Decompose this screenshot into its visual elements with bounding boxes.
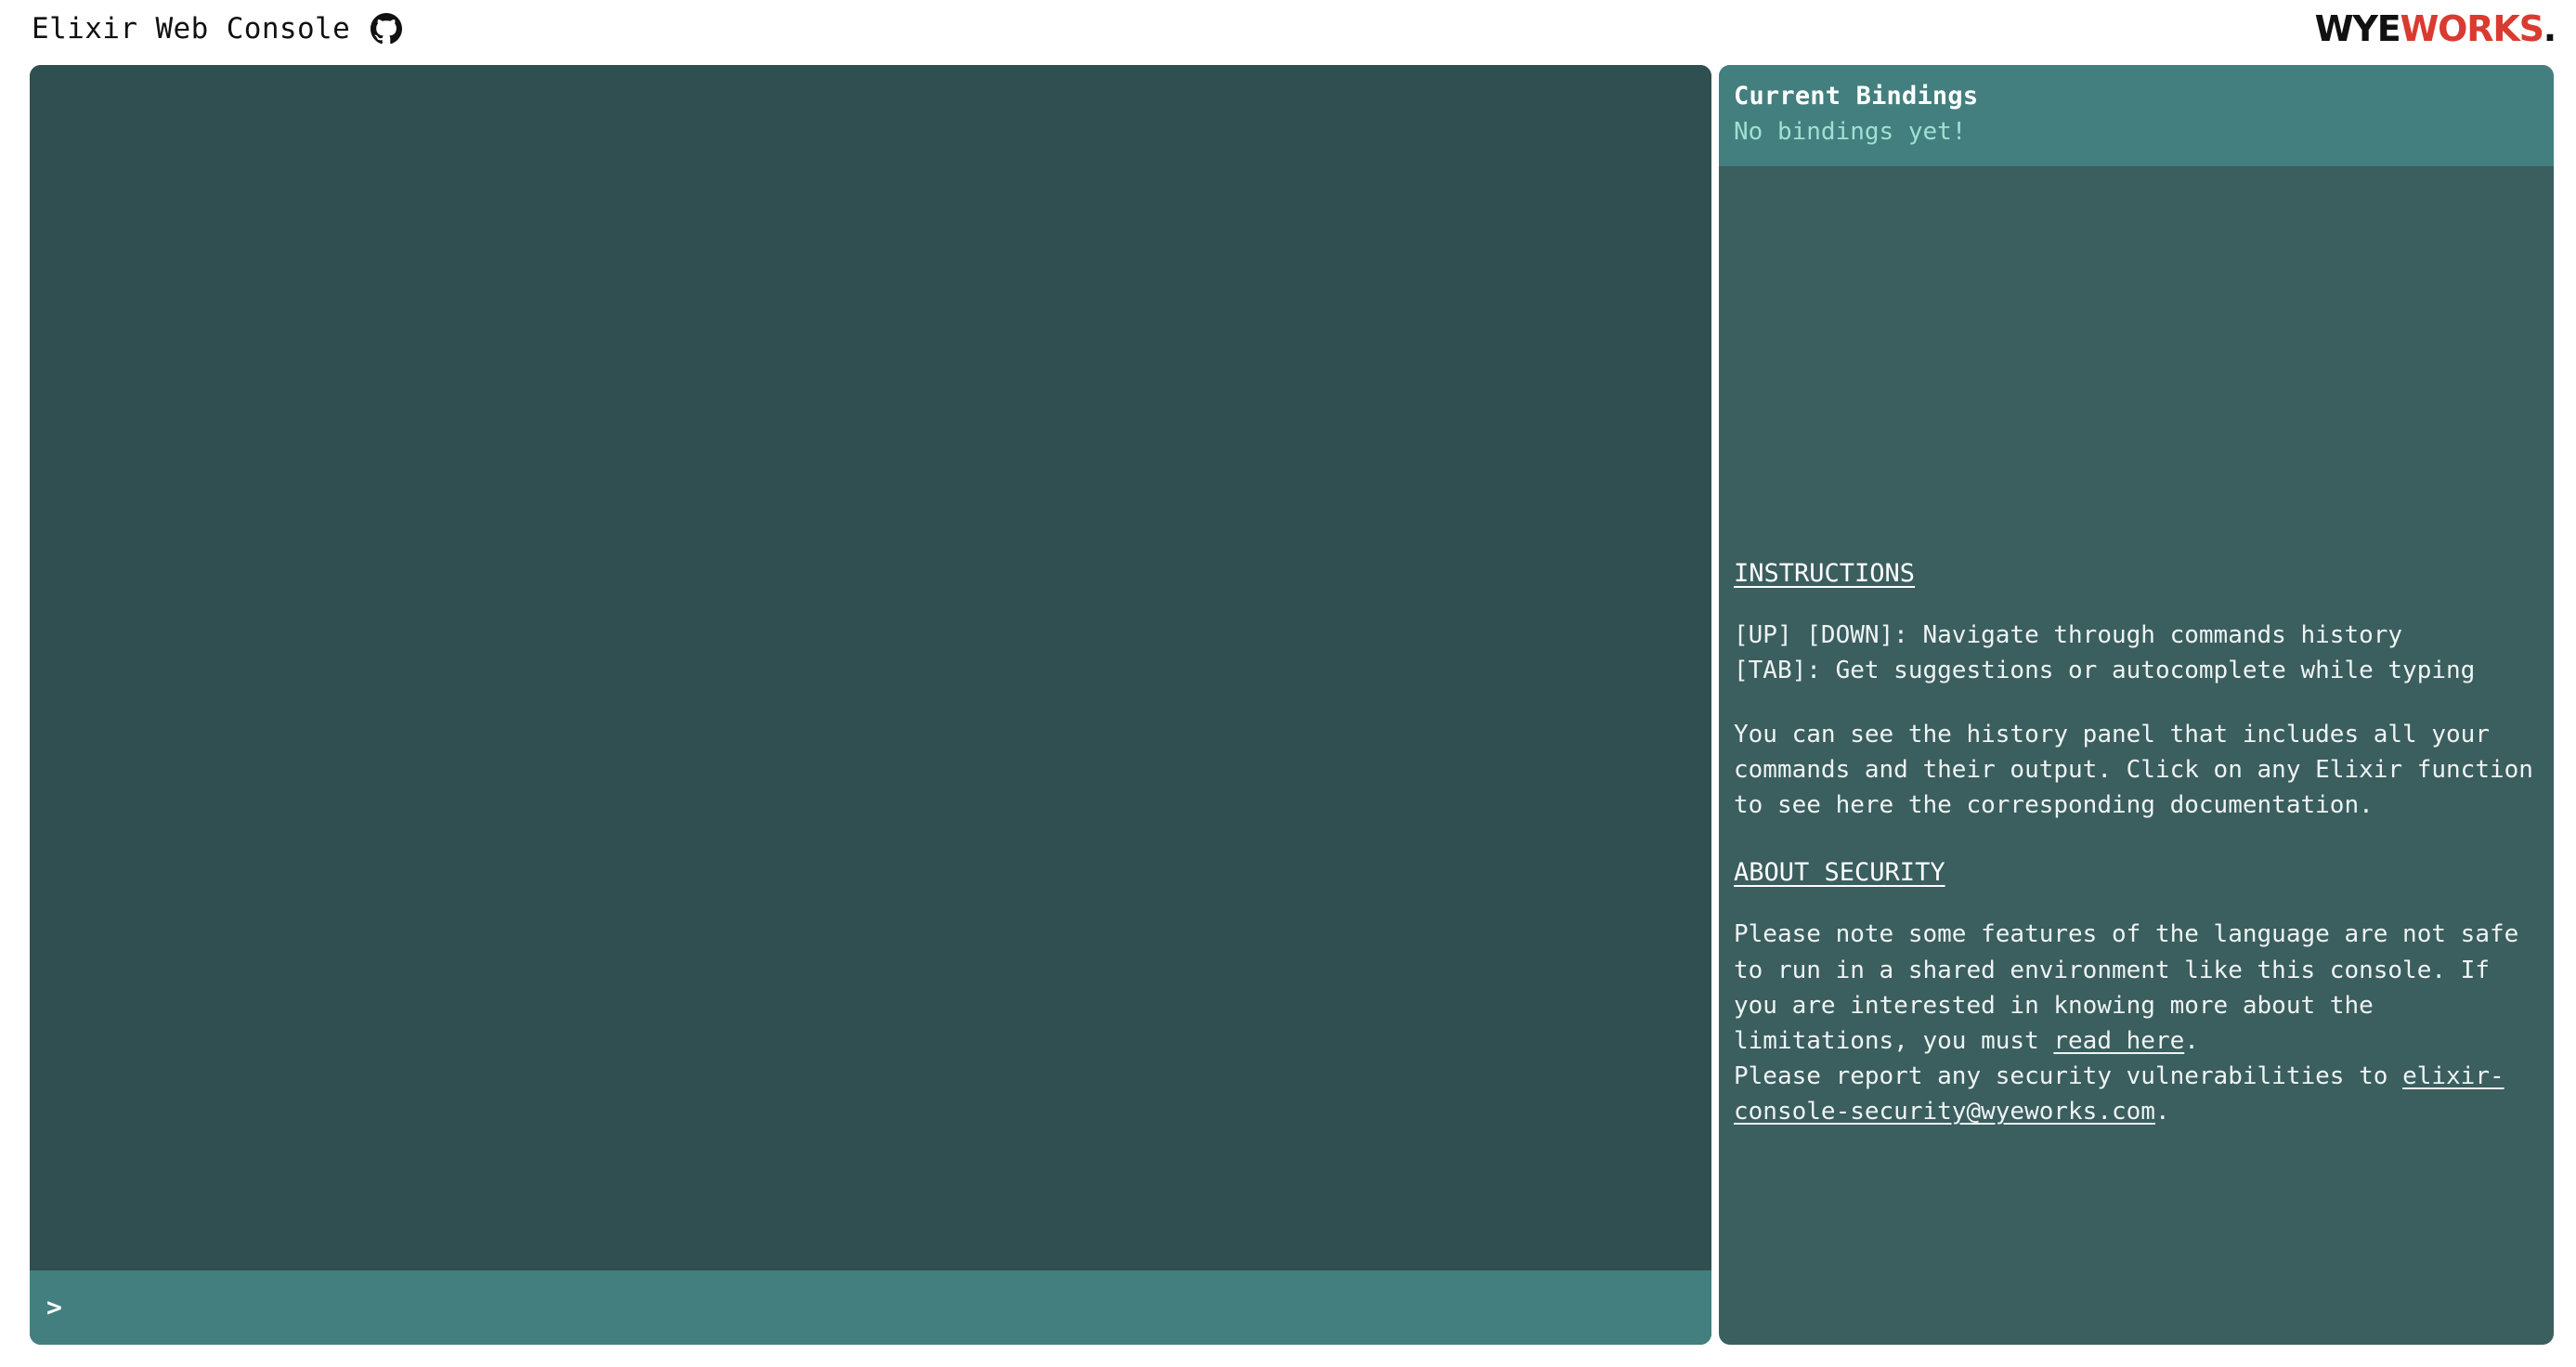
current-bindings-section: Current Bindings No bindings yet! (1719, 65, 2554, 166)
github-link[interactable] (369, 11, 404, 46)
read-here-link[interactable]: read here (2053, 1027, 2184, 1055)
current-bindings-empty-message: No bindings yet! (1734, 118, 1967, 147)
instructions-heading: INSTRUCTIONS (1734, 559, 1916, 588)
console-panel: > (30, 65, 1711, 1345)
instructions-shortcuts: [UP] [DOWN]: Navigate through commands h… (1734, 621, 2476, 685)
logo-text-works: WORKS (2400, 8, 2543, 49)
security-heading: ABOUT SECURITY (1734, 858, 1945, 888)
page-title: Elixir Web Console (32, 11, 351, 46)
console-input-row[interactable]: > (30, 1270, 1711, 1345)
current-bindings-title: Current Bindings (1734, 82, 1979, 111)
security-report-text-end: . (2154, 1098, 2170, 1126)
logo-text-dot: . (2543, 8, 2556, 49)
brand-group: Elixir Web Console (32, 11, 404, 46)
security-text-after-link: . (2184, 1026, 2199, 1055)
sidebar-panel: Current Bindings No bindings yet! INSTRU… (1719, 65, 2554, 1345)
security-report-text: Please report any security vulnerabiliti… (1734, 1062, 2403, 1091)
prompt-symbol-icon: > (46, 1292, 62, 1322)
app-header: Elixir Web Console WYE WORKS. (0, 0, 2576, 58)
github-icon (371, 13, 403, 45)
security-limitations-paragraph: Please note some features of the languag… (1734, 917, 2539, 1059)
security-heading-wrap: ABOUT SECURITY (1734, 856, 2539, 917)
console-input[interactable] (74, 1270, 1711, 1345)
company-logo: WYE WORKS. (2314, 0, 2557, 58)
instructions-heading-wrap: INSTRUCTIONS (1734, 557, 2539, 618)
security-report-paragraph: Please report any security vulnerabiliti… (1734, 1059, 2539, 1129)
help-section: INSTRUCTIONS [UP] [DOWN]: Navigate throu… (1719, 557, 2554, 1145)
logo-text-wye: WYE (2314, 8, 2401, 49)
security-body: Please note some features of the languag… (1734, 917, 2539, 1129)
instructions-description: You can see the history panel that inclu… (1734, 720, 2548, 819)
console-output-area (30, 65, 1711, 1270)
